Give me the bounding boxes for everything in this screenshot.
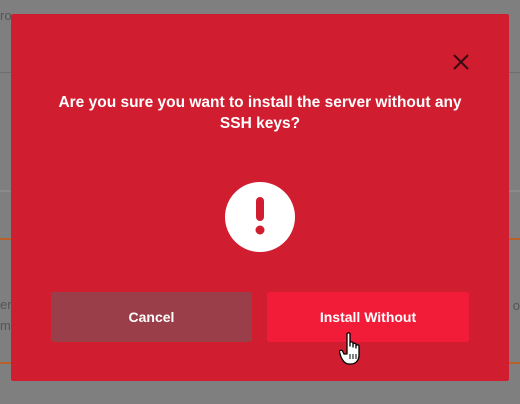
install-without-button[interactable]: Install Without bbox=[267, 292, 469, 342]
background-text: o bbox=[512, 298, 520, 313]
cancel-button[interactable]: Cancel bbox=[51, 292, 252, 342]
close-icon bbox=[453, 54, 469, 70]
confirm-dialog: Are you sure you want to install the ser… bbox=[11, 14, 509, 381]
dialog-title: Are you sure you want to install the ser… bbox=[58, 94, 462, 132]
close-button[interactable] bbox=[451, 52, 471, 72]
exclamation-circle-icon bbox=[225, 182, 295, 252]
pointer-hand-icon bbox=[338, 332, 365, 366]
background-text: ro bbox=[0, 8, 12, 23]
background-text: m bbox=[0, 318, 11, 333]
